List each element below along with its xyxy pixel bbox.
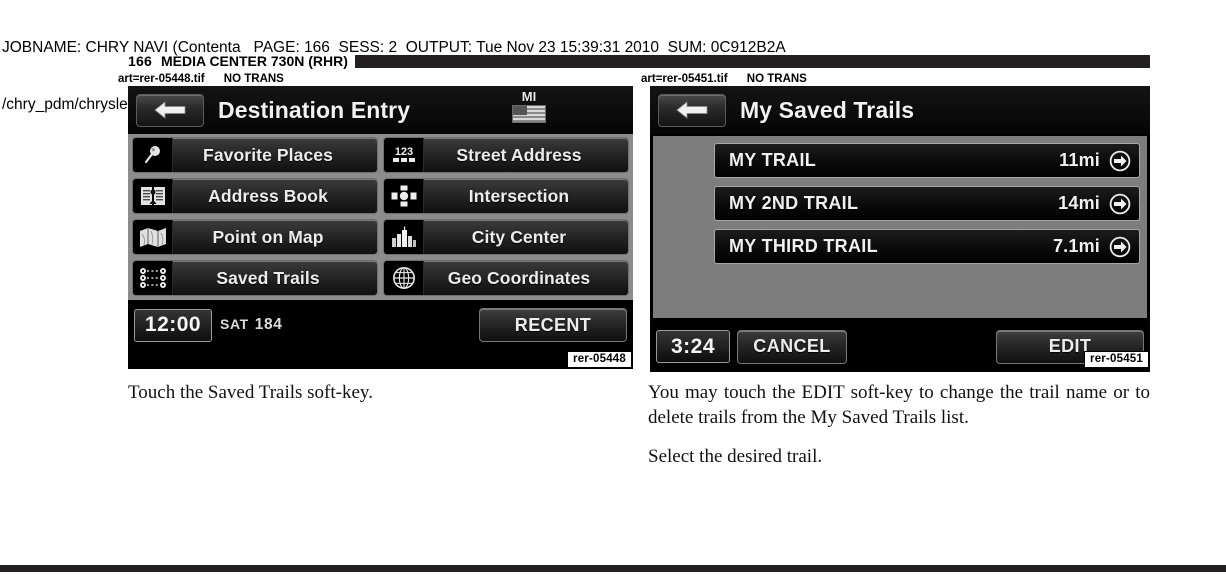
left-status-bar: 12:00 SAT 184 RECENT [128, 300, 633, 350]
softkey-street-address[interactable]: 123 Street Address [383, 137, 629, 173]
softkey-label: Street Address [456, 144, 582, 165]
softkey-favorite-places[interactable]: Favorite Places [132, 137, 378, 173]
city-skyline-icon [384, 220, 424, 254]
us-flag-icon [512, 105, 546, 123]
cancel-button[interactable]: CANCEL [737, 329, 847, 364]
figure-code-left: rer-05448 [567, 351, 632, 368]
radio-channel: 184 [254, 316, 283, 333]
clock-display: 12:00 [134, 308, 212, 342]
back-arrow-icon [675, 100, 709, 120]
state-badge: MI [509, 90, 549, 123]
banner-title: MEDIA CENTER 730N (RHR) [160, 53, 348, 69]
back-arrow-icon [153, 100, 187, 120]
banner-fill-bar [354, 54, 1150, 68]
trail-dots-icon [133, 261, 173, 295]
trail-distance: 14mi [1058, 193, 1100, 213]
state-label: MI [521, 89, 537, 104]
go-arrow-icon[interactable] [1109, 236, 1131, 258]
trail-list-wrapper: MY TRAIL 11mi MY 2ND TRAIL 14mi MY THIRD… [650, 134, 1150, 321]
softkey-label: Favorite Places [203, 144, 333, 165]
left-column-text: Touch the Saved Trails soft-key. [128, 380, 633, 405]
softkey-label: Intersection [468, 185, 570, 206]
trail-distance: 7.1mi [1052, 236, 1100, 256]
back-button[interactable] [658, 93, 726, 127]
right-column-text: You may touch the EDIT soft-key to chang… [648, 380, 1150, 469]
figure-code-right: rer-05451 [1084, 351, 1149, 368]
intersection-icon [384, 179, 424, 213]
trail-name: MY THIRD TRAIL [729, 236, 878, 256]
art-caption-left: art=rer-05448.tif NO TRANS [118, 73, 284, 85]
destination-entry-screenshot: Destination Entry MI Favorite Places 123… [128, 86, 633, 369]
radio-source-label: SAT [220, 316, 249, 332]
destination-softkey-grid: Favorite Places 123 Street Address Addre… [128, 134, 633, 300]
softkey-point-on-map[interactable]: Point on Map [132, 219, 378, 255]
trail-name: MY 2ND TRAIL [729, 193, 859, 213]
manual-page: JOBNAME: CHRY NAVI (Contenta PAGE: 166 S… [0, 0, 1226, 580]
svg-text:123: 123 [394, 146, 412, 158]
softkey-label: City Center [471, 226, 567, 247]
softkey-city-center[interactable]: City Center [383, 219, 629, 255]
trail-distance: 11mi [1059, 150, 1100, 170]
folded-map-icon [133, 220, 173, 254]
list-item[interactable]: MY THIRD TRAIL 7.1mi [714, 229, 1140, 264]
softkey-intersection[interactable]: Intersection [383, 178, 629, 214]
right-paragraph-2: Select the desired trail. [648, 446, 823, 467]
left-title-bar: Destination Entry MI [128, 86, 633, 134]
page-banner: 166 MEDIA CENTER 730N (RHR) [128, 52, 1150, 70]
art-caption-right: art=rer-05451.tif NO TRANS [641, 73, 807, 85]
my-saved-trails-screenshot: My Saved Trails MY TRAIL 11mi MY 2ND TRA… [650, 86, 1150, 372]
left-screen-title: Destination Entry [218, 96, 411, 123]
softkey-geo-coordinates[interactable]: Geo Coordinates [383, 260, 629, 296]
softkey-label: Address Book [208, 185, 328, 206]
left-paragraph-1: Touch the Saved Trails soft-key. [128, 382, 373, 403]
softkey-label: Geo Coordinates [447, 267, 591, 288]
softkey-saved-trails[interactable]: Saved Trails [132, 260, 378, 296]
address-book-icon [133, 179, 173, 213]
page-bottom-rule [0, 565, 1226, 572]
right-status-bar: 3:24 CANCEL EDIT [650, 321, 1150, 372]
softkey-label: Saved Trails [216, 267, 320, 288]
list-item[interactable]: MY TRAIL 11mi [714, 143, 1140, 178]
radio-source-info: SAT 184 [220, 316, 282, 334]
clock-display: 3:24 [656, 330, 730, 363]
back-button[interactable] [136, 93, 204, 127]
go-arrow-icon[interactable] [1109, 193, 1131, 215]
right-title-bar: My Saved Trails [650, 86, 1150, 134]
trail-name: MY TRAIL [729, 150, 817, 170]
softkey-address-book[interactable]: Address Book [132, 178, 378, 214]
softkey-label: Point on Map [212, 226, 324, 247]
recent-button[interactable]: RECENT [479, 308, 627, 342]
right-screen-title: My Saved Trails [740, 96, 915, 123]
right-paragraph-1: You may touch the EDIT soft-key to chang… [648, 382, 1150, 428]
pin-magnifier-icon [133, 138, 173, 172]
globe-icon [384, 261, 424, 295]
list-item[interactable]: MY 2ND TRAIL 14mi [714, 186, 1140, 221]
numeric-123-icon: 123 [384, 138, 424, 172]
banner-page-number: 166 [128, 53, 152, 69]
go-arrow-icon[interactable] [1109, 150, 1131, 172]
trail-list: MY TRAIL 11mi MY 2ND TRAIL 14mi MY THIRD… [653, 136, 1147, 318]
